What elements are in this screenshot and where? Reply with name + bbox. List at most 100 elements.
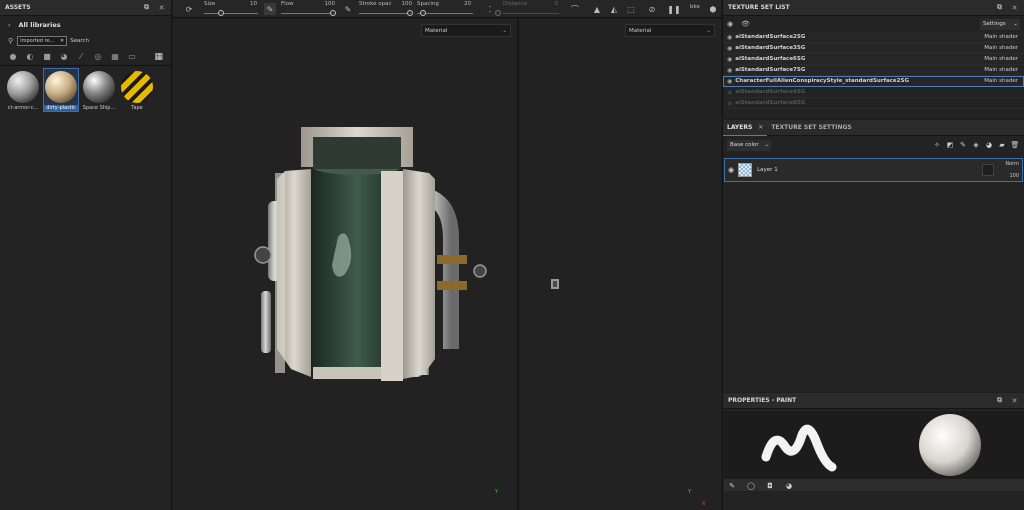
texture-set-row[interactable]: ◉ aiStandardSurface2SG Main shader — [723, 32, 1024, 43]
flow-value[interactable]: 100 — [319, 1, 336, 7]
asset-item[interactable]: ct-armor-c... — [6, 69, 40, 111]
close-icon[interactable]: ✕ — [157, 3, 166, 12]
solo-eye-icon[interactable]: ◉ — [727, 20, 733, 28]
hide-icon[interactable]: ⊘ — [646, 3, 658, 15]
pause-icon[interactable]: ❚❚ — [667, 3, 680, 15]
stroke-opacity-label: Stroke opac — [359, 1, 392, 7]
search-icon: ⚲ — [8, 37, 14, 45]
texture-set-toolbar: ◉ 👁 Settings ⌄ — [723, 16, 1024, 32]
layer-visibility-icon[interactable]: ◉ — [728, 166, 734, 174]
stroke-opacity-slider[interactable] — [359, 13, 411, 14]
texture-set-name: CharacterFullAlienConspiracyStyle_standa… — [735, 78, 909, 84]
lazy-mouse-icon[interactable]: ⟳ — [183, 3, 195, 15]
pen-pressure-icon[interactable]: ✎ — [264, 3, 276, 15]
eye-icon[interactable]: ◉ — [727, 45, 732, 52]
add-folder-icon[interactable]: ▰ — [997, 140, 1007, 150]
tab-texture-set-settings[interactable]: TEXTURE SET SETTINGS — [767, 120, 855, 136]
clear-search-icon[interactable]: ✕ — [60, 38, 64, 44]
add-mask-icon[interactable]: ◩ — [945, 140, 955, 150]
spacing-slider-handle[interactable] — [420, 10, 426, 16]
texture-set-row[interactable]: ◉ aiStandardSurface7SG Main shader — [723, 65, 1024, 76]
viewport-3d[interactable]: Material ⌄ Material ⌄ Y Y X — [173, 19, 721, 510]
blend-mode-select[interactable]: Norm — [1005, 161, 1019, 167]
material-filter-icon[interactable]: ● — [8, 52, 18, 62]
asset-item[interactable]: Space Ship... — [82, 69, 116, 111]
symmetry-icon[interactable]: ▲ — [591, 3, 603, 15]
add-paint-layer-icon[interactable]: ✎ — [958, 140, 968, 150]
texture-set-row-hidden[interactable]: ◉ aiStandardSurface4SG — [723, 87, 1024, 98]
shader-label[interactable]: Main shader — [984, 34, 1018, 40]
curve-icon[interactable]: ⌒ — [569, 3, 581, 15]
flow-slider-handle[interactable] — [330, 10, 336, 16]
layer-toolbar: Base color ⌄ ✧ ◩ ✎ ◈ ◕ ▰ 🗑 — [723, 136, 1024, 154]
shader-label[interactable]: Main shader — [984, 78, 1018, 84]
layer-mask-slot[interactable] — [982, 164, 994, 176]
texture-set-row[interactable]: ◉ aiStandardSurface3SG Main shader — [723, 43, 1024, 54]
close-icon[interactable]: ✕ — [1010, 3, 1019, 12]
distance-value[interactable]: 0 — [542, 1, 559, 7]
mask-filter-icon[interactable]: ◕ — [59, 52, 69, 62]
eye-icon[interactable]: ◉ — [727, 67, 732, 74]
channel-label: Base color — [730, 142, 759, 148]
smart-material-filter-icon[interactable]: ◐ — [25, 52, 35, 62]
layer-opacity-value[interactable]: 100 — [1009, 173, 1019, 179]
distance-slider[interactable] — [503, 13, 559, 14]
add-fill-layer-icon[interactable]: ◈ — [971, 140, 981, 150]
texture-filter-icon[interactable]: ■ — [42, 52, 52, 62]
stencil-icon[interactable]: ◘ — [765, 481, 775, 491]
settings-dropdown[interactable]: Settings ⌄ — [980, 18, 1020, 30]
cube-icon[interactable]: ⬢ — [707, 3, 719, 15]
spacing-value[interactable]: 20 — [455, 1, 471, 7]
stroke-opacity-value[interactable]: 100 — [396, 1, 413, 7]
float-icon[interactable]: ⧉ — [995, 396, 1004, 405]
channel-select[interactable]: Base color ⌄ — [727, 139, 771, 151]
material-icon[interactable]: ◕ — [784, 481, 794, 491]
add-smart-material-icon[interactable]: ◕ — [984, 140, 994, 150]
asset-item[interactable]: Tape — [120, 69, 154, 111]
library-selector[interactable]: › All libraries — [0, 16, 171, 34]
size-value[interactable]: 10 — [241, 1, 257, 7]
delete-icon[interactable]: 🗑 — [1010, 140, 1020, 150]
size-slider-handle[interactable] — [218, 10, 224, 16]
layer-action-icons: ✧ ◩ ✎ ◈ ◕ ▰ 🗑 — [929, 140, 1020, 150]
texture-set-row[interactable]: ◉ aiStandardSurface6SG Main shader — [723, 54, 1024, 65]
layer-name[interactable]: Layer 1 — [757, 167, 778, 173]
visibility-eye-icon[interactable]: 👁 — [741, 20, 750, 28]
grid-view-icon[interactable]: ▦ — [154, 52, 163, 62]
mirror-icon[interactable]: ◭ — [608, 3, 620, 15]
eye-icon[interactable]: ◉ — [727, 89, 732, 96]
tool-filter-icon[interactable]: ▦ — [110, 52, 120, 62]
close-icon[interactable]: ✕ — [758, 124, 763, 131]
eye-icon[interactable]: ◉ — [727, 78, 732, 85]
stroke-pen-icon[interactable]: ✎ — [342, 3, 354, 15]
tab-layers[interactable]: LAYERS ✕ — [723, 120, 768, 136]
brush-filter-icon[interactable]: ⁄ — [76, 52, 86, 62]
layer-row[interactable]: ◉ Layer 1 Norm 100 — [724, 158, 1023, 182]
stroke-opacity-slider-handle[interactable] — [407, 10, 413, 16]
flow-slider[interactable] — [281, 13, 335, 14]
brush-icon[interactable]: ✎ — [727, 481, 737, 491]
add-effect-icon[interactable]: ✧ — [932, 140, 942, 150]
distance-slider-handle[interactable] — [495, 10, 501, 16]
asset-item-selected[interactable]: dirty-plastic — [43, 68, 79, 112]
snap-icon[interactable]: ⬚ — [625, 3, 637, 15]
eye-icon[interactable]: ◉ — [727, 56, 732, 63]
shader-label[interactable]: Main shader — [984, 67, 1018, 73]
asset-name: dirty-plastic — [44, 105, 78, 111]
size-slider[interactable] — [204, 13, 258, 14]
close-icon[interactable]: ✕ — [1010, 396, 1019, 405]
environment-filter-icon[interactable]: ▭ — [127, 52, 137, 62]
alpha-icon[interactable]: ◯ — [746, 481, 756, 491]
search-input[interactable]: Imported re... ✕ — [17, 36, 68, 46]
shader-label[interactable]: Main shader — [984, 45, 1018, 51]
shader-label[interactable]: Main shader — [984, 56, 1018, 62]
float-icon[interactable]: ⧉ — [995, 3, 1004, 12]
particle-filter-icon[interactable]: ◎ — [93, 52, 103, 62]
texture-set-row-active[interactable]: ◉ CharacterFullAlienConspiracyStyle_stan… — [723, 76, 1024, 87]
float-icon[interactable]: ⧉ — [142, 3, 151, 12]
texture-set-row-hidden[interactable]: ◉ aiStandardSurface8SG — [723, 98, 1024, 109]
eye-icon[interactable]: ◉ — [727, 34, 732, 41]
tool-properties-bar: ⟳ Size 10 ✎ Flow 100 ✎ Stroke opac 100 S… — [173, 0, 721, 18]
eye-icon[interactable]: ◉ — [727, 100, 732, 107]
bake-label[interactable]: bke — [690, 4, 700, 10]
